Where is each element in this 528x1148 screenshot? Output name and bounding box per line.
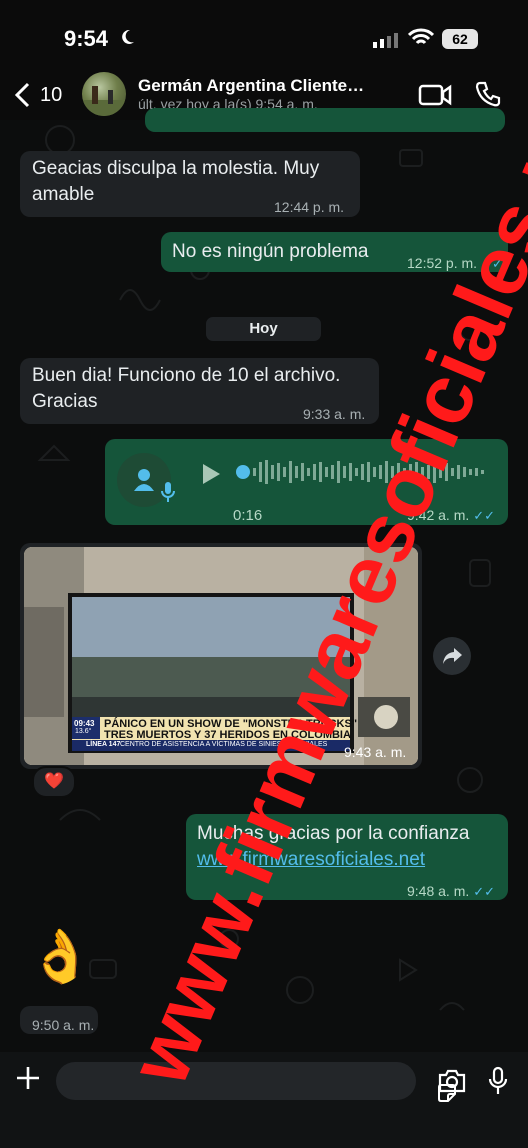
composer-bar xyxy=(0,1052,528,1148)
back-unread-count[interactable]: 10 xyxy=(40,84,62,107)
contact-name[interactable]: Germán Argentina Cliente… xyxy=(138,76,368,96)
signal-icon xyxy=(373,33,398,48)
play-icon[interactable] xyxy=(201,463,221,485)
moon-icon xyxy=(122,29,134,44)
status-time: 9:54 xyxy=(64,26,109,51)
message-time: 12:44 p. m. xyxy=(274,199,345,215)
forward-button[interactable] xyxy=(433,637,471,675)
tv-temp: 13.6° xyxy=(75,728,92,735)
camera-icon[interactable] xyxy=(437,1068,467,1094)
message-time: 9:43 a. m. xyxy=(344,744,407,760)
message-bubble-partial[interactable] xyxy=(145,108,505,132)
message-bubble-incoming[interactable]: Geacias disculpa la molestia. Muy amable… xyxy=(20,151,360,217)
reaction-badge[interactable]: ❤️ xyxy=(32,766,76,798)
message-bubble-incoming[interactable]: Buen dia! Funciono de 10 el archivo. Gra… xyxy=(20,358,379,424)
message-time: 9:48 a. m. xyxy=(407,883,470,899)
voice-duration: 0:16 xyxy=(233,507,263,524)
back-chevron-icon[interactable] xyxy=(14,82,32,108)
wifi-icon xyxy=(408,28,434,45)
emoji-message[interactable]: 👌 xyxy=(28,926,93,987)
message-meta: 9:48 a. m. ✓✓ xyxy=(407,878,495,905)
tv-clock: 09:43 xyxy=(74,719,95,728)
forward-icon xyxy=(443,648,462,664)
phone-icon[interactable] xyxy=(474,80,502,108)
message-time: 9:50 a. m. xyxy=(32,1017,95,1033)
mic-icon xyxy=(161,482,175,502)
message-text: No es ningún problema xyxy=(172,241,369,262)
message-input[interactable] xyxy=(56,1062,456,1102)
read-ticks-icon: ✓✓ xyxy=(473,508,496,523)
read-ticks-icon: ✓✓ xyxy=(473,884,496,899)
battery-indicator: 62 xyxy=(442,29,478,49)
emoji-time-chip: 9:50 a. m. xyxy=(20,1006,98,1034)
tv-ticker-line: LÍNEA 147 xyxy=(86,741,121,748)
day-separator: Hoy xyxy=(206,317,321,341)
mic-icon[interactable] xyxy=(487,1066,509,1096)
video-call-icon[interactable] xyxy=(418,84,452,106)
contact-avatar[interactable] xyxy=(82,72,126,116)
plus-icon[interactable] xyxy=(14,1064,42,1092)
message-time: 9:33 a. m. xyxy=(303,406,366,422)
